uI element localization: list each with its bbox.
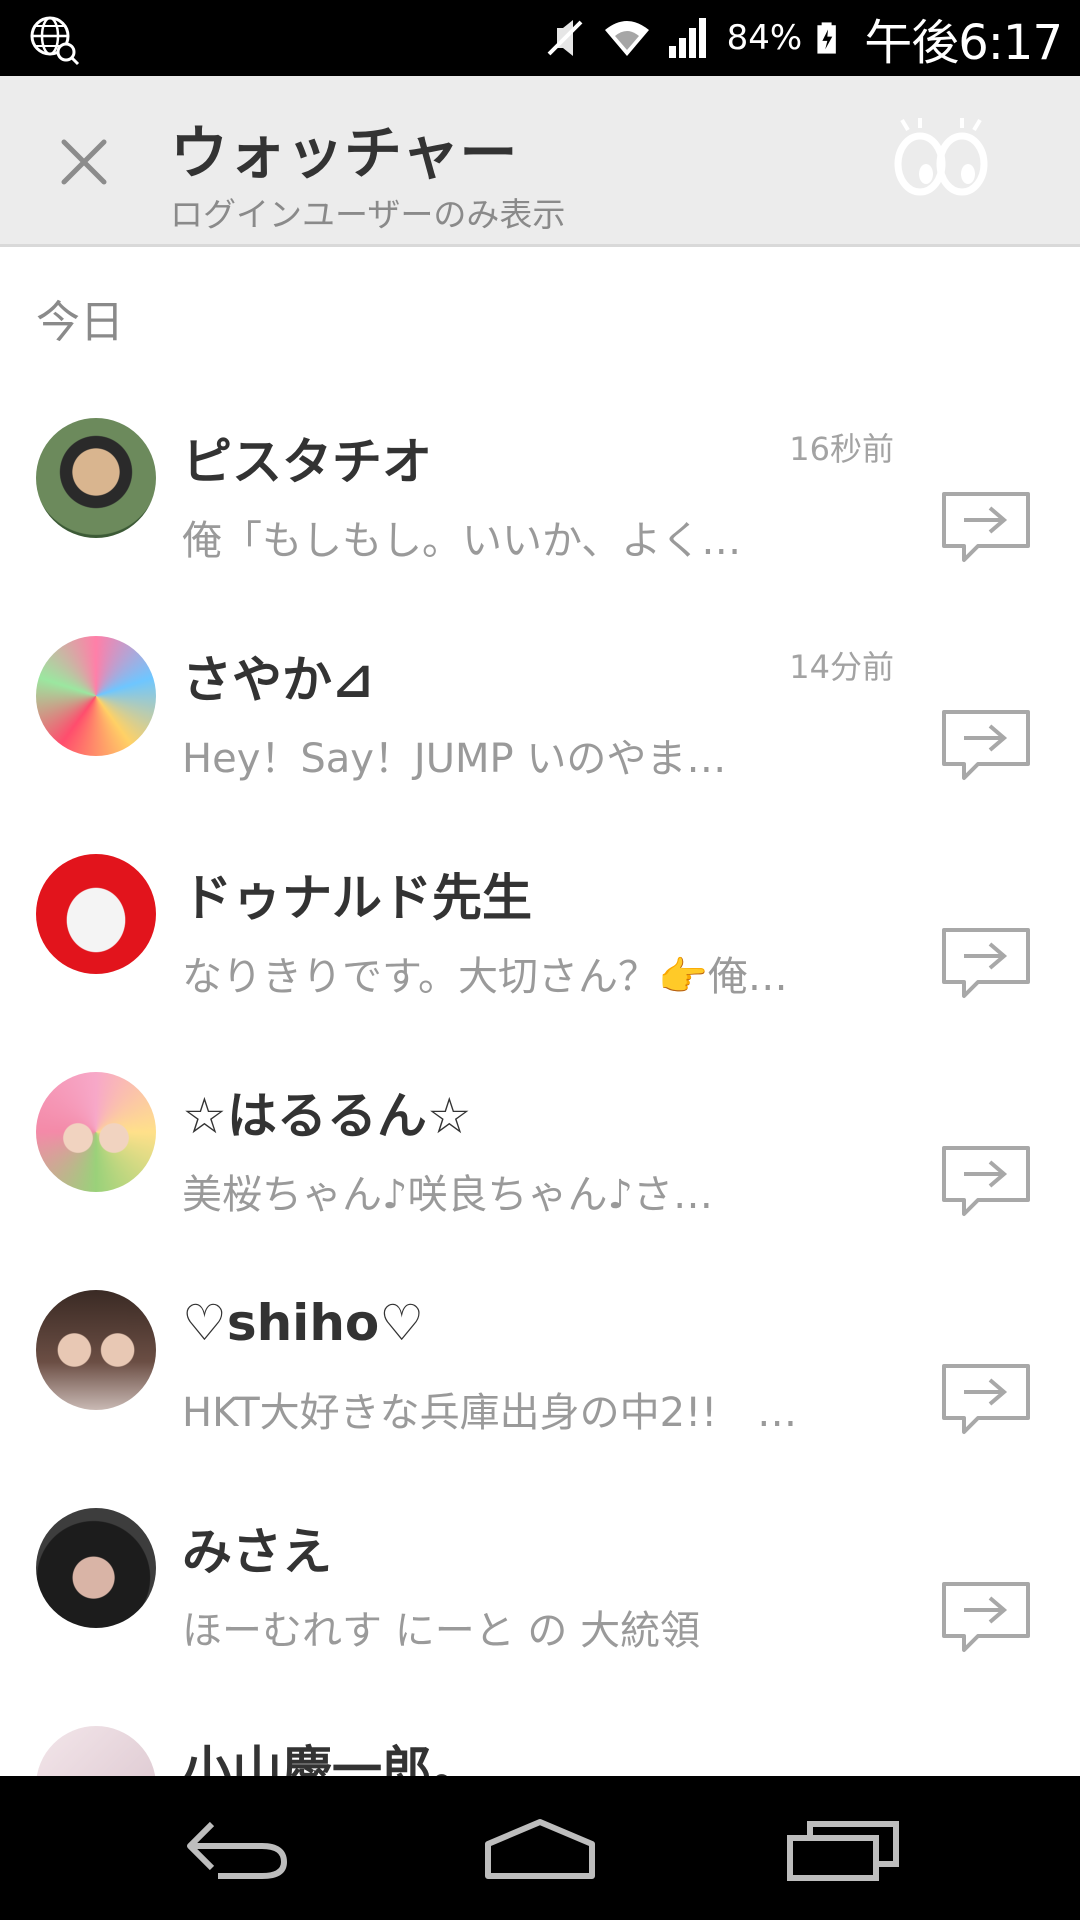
- home-icon[interactable]: [480, 1812, 600, 1884]
- recents-icon[interactable]: [784, 1812, 904, 1884]
- avatar: [36, 1290, 156, 1410]
- wifi-icon: [604, 21, 649, 56]
- close-icon[interactable]: [54, 132, 114, 192]
- user-name: ☆はるるん☆: [182, 1087, 472, 1145]
- navigation-bar: [0, 1776, 1080, 1920]
- share-arrow-icon[interactable]: [938, 924, 1034, 1004]
- battery-charging-icon: [817, 22, 837, 54]
- avatar: [36, 1508, 156, 1628]
- user-message: ほーむれす にーと の 大統領: [182, 1608, 701, 1654]
- section-label-today: 今日: [36, 297, 124, 348]
- list-item[interactable]: ピスタチオ 16秒前 俺「もしもし。いいか、よく…: [0, 380, 1080, 598]
- list-item[interactable]: ♡shiho♡ HKT大好きな兵庫出身の中2!! …: [0, 1252, 1080, 1470]
- user-name: みさえ: [182, 1523, 332, 1581]
- last-seen-time: 16秒前: [789, 430, 894, 468]
- avatar: [36, 636, 156, 756]
- last-seen-time: 14分前: [789, 648, 894, 686]
- user-message: HKT大好きな兵庫出身の中2!! …: [182, 1390, 798, 1436]
- battery-percent: 84%: [726, 18, 803, 58]
- share-arrow-icon[interactable]: [938, 1578, 1034, 1658]
- eyes-icon[interactable]: [890, 116, 990, 200]
- mute-icon: [547, 20, 583, 56]
- share-arrow-icon[interactable]: [938, 706, 1034, 786]
- avatar: [36, 854, 156, 974]
- clock: 午後6:17: [864, 15, 1063, 71]
- share-arrow-icon[interactable]: [938, 1360, 1034, 1440]
- globe-search-icon: [30, 16, 80, 66]
- page-subtitle: ログインユーザーのみ表示: [170, 195, 566, 234]
- list-item[interactable]: みさえ ほーむれす にーと の 大統領: [0, 1470, 1080, 1688]
- user-name: さやか⊿: [182, 651, 374, 709]
- app-header: ウォッチャー ログインユーザーのみ表示: [0, 76, 1080, 247]
- share-arrow-icon[interactable]: [938, 1142, 1034, 1222]
- status-bar: 84% 午後6:17: [0, 0, 1080, 76]
- back-icon[interactable]: [178, 1812, 298, 1884]
- user-message: 美桜ちゃん♪咲良ちゃん♪さ…: [182, 1172, 714, 1218]
- avatar: [36, 418, 156, 538]
- user-name: ピスタチオ: [182, 433, 432, 491]
- watcher-list: ピスタチオ 16秒前 俺「もしもし。いいか、よく… さやか⊿ 14分前 Hey！…: [0, 380, 1080, 1906]
- list-item[interactable]: ドゥナルド先生 なりきりです。大切さん？👉俺…: [0, 816, 1080, 1034]
- user-name: ドゥナルド先生: [182, 869, 532, 927]
- avatar: [36, 1072, 156, 1192]
- list-item[interactable]: ☆はるるん☆ 美桜ちゃん♪咲良ちゃん♪さ…: [0, 1034, 1080, 1252]
- user-message: 俺「もしもし。いいか、よく…: [182, 518, 742, 564]
- signal-icon: [668, 18, 706, 58]
- page-title: ウォッチャー: [170, 119, 518, 187]
- user-name: ♡shiho♡: [182, 1294, 425, 1352]
- share-arrow-icon[interactable]: [938, 488, 1034, 568]
- list-item[interactable]: さやか⊿ 14分前 Hey！Say！JUMP いのやま…: [0, 598, 1080, 816]
- user-message: Hey！Say！JUMP いのやま…: [182, 736, 727, 782]
- user-message: なりきりです。大切さん？👉俺…: [182, 954, 788, 1000]
